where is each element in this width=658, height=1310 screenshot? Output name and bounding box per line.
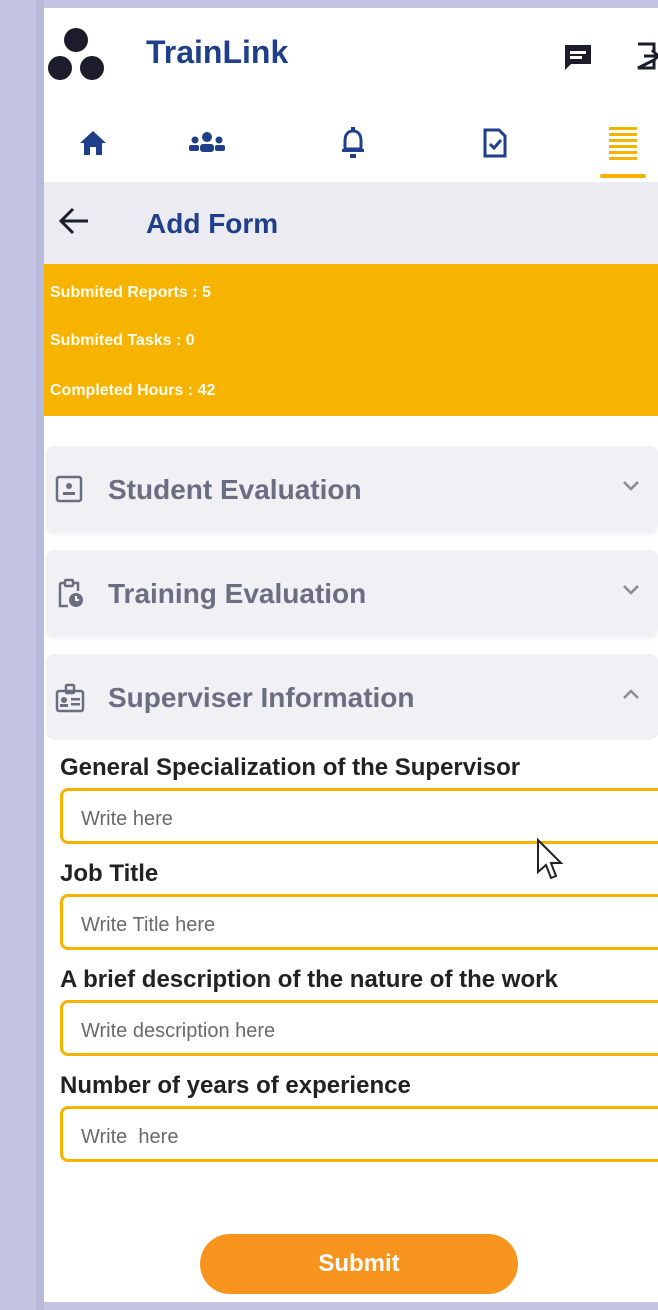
section-student-evaluation[interactable]: Student Evaluation [46,446,658,532]
nav-notifications[interactable] [328,118,378,168]
clipboard-clock-icon [58,578,83,608]
section-title: Training Evaluation [108,578,367,609]
submitted-tasks-stat: Submited Tasks : 0 [50,332,195,349]
chevron-down-icon [623,585,639,595]
experience-years-input[interactable] [60,1106,658,1162]
badge-card-icon [55,683,85,713]
section-superviser-information[interactable]: Superviser Information [46,654,658,740]
chat-icon[interactable] [562,42,594,72]
submit-button[interactable]: Submit [200,1234,518,1294]
page-title: Add Form [146,208,279,239]
work-description-input[interactable] [60,1000,658,1056]
work-description-label: A brief description of the nature of the… [60,966,558,993]
nav-menu[interactable] [598,118,648,168]
app-screen: TrainLink Add Form Submited Reports: 5 … [44,8,658,1302]
job-title-label: Job Title [60,860,159,887]
active-tab-indicator [600,174,646,178]
section-training-evaluation[interactable]: Training Evaluation [46,550,658,636]
specialization-input[interactable] [60,788,658,844]
section-title: Student Evaluation [108,474,362,505]
logout-icon[interactable] [634,40,658,72]
bell-icon [342,127,364,158]
users-icon [189,132,225,152]
chevron-down-icon [623,481,639,491]
completed-hours-stat: Completed Hours : 42 [50,382,216,399]
stats-banner: Submited Reports : 5 Submited Tasks : 0 … [44,264,658,416]
page-header: Add Form [44,182,658,264]
trainlink-logo-icon [48,28,104,80]
home-icon [80,131,106,155]
chevron-up-icon [623,689,639,699]
bottom-tab-nav [44,108,658,178]
device-edge [36,0,44,1310]
back-arrow-icon[interactable] [58,206,90,236]
top-app-bar: TrainLink [44,8,658,90]
menu-list-icon [609,127,637,160]
app-title: TrainLink [146,34,289,70]
nav-users[interactable] [182,118,232,168]
mouse-cursor-icon [537,838,564,880]
nav-home[interactable] [68,118,118,168]
nav-forms[interactable] [470,118,520,168]
id-card-icon [55,475,83,503]
experience-years-label: Number of years of experience [60,1072,411,1099]
section-title: Superviser Information [108,682,415,713]
job-title-input[interactable] [60,894,658,950]
submitted-reports-stat: Submited Reports : 5 [50,284,211,301]
document-check-icon [483,128,507,158]
specialization-label: General Specialization of the Supervisor [60,754,521,781]
